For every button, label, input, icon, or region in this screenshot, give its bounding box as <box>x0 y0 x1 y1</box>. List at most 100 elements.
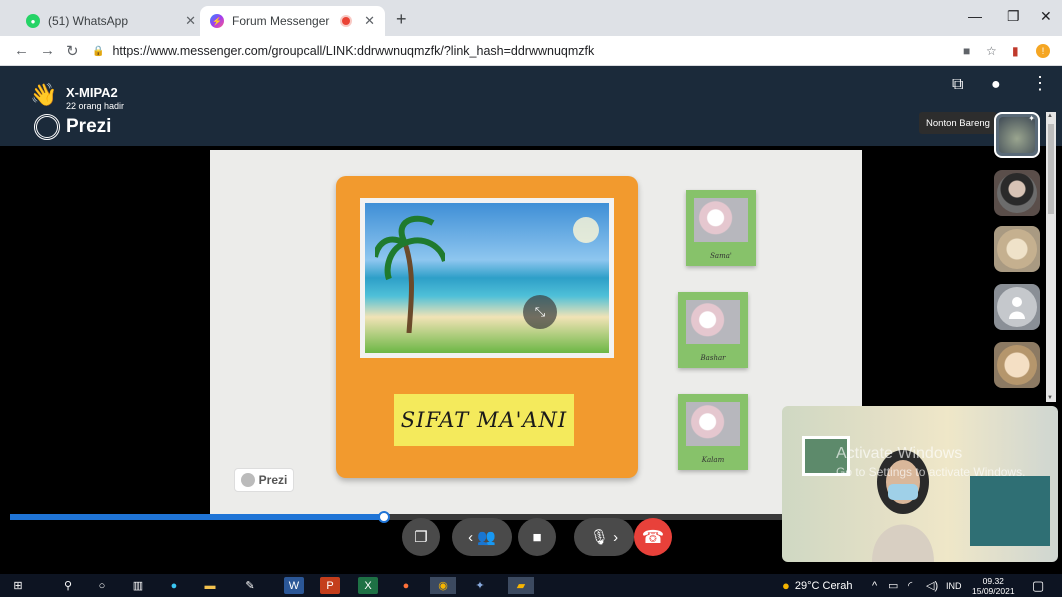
pin-icon[interactable]: ✦ <box>1028 114 1035 123</box>
watch-together-icon[interactable]: ⧉ <box>952 76 963 94</box>
restore-icon[interactable]: ❐ <box>1007 8 1020 25</box>
close-tab-icon[interactable]: ✕ <box>364 13 375 29</box>
participant-thumbnail[interactable] <box>994 226 1040 272</box>
microphone-button[interactable]: 🎙 › <box>574 518 634 556</box>
bookmark-star-icon[interactable]: ☆ <box>986 44 997 58</box>
watermark-line-2: Go to Settings to activate Windows. <box>836 465 1026 479</box>
participants-scrollbar[interactable]: ▲ ▼ <box>1046 112 1056 402</box>
paint-icon[interactable]: ✎ <box>240 577 260 594</box>
wifi-icon[interactable]: ◜ <box>908 574 912 597</box>
activation-watermark: Activate Windows Go to Settings to activ… <box>836 445 1025 479</box>
chrome-icon[interactable]: ◉ <box>430 577 456 594</box>
share-screen-icon: ❐ <box>414 529 428 546</box>
address-bar[interactable]: 🔒 https://www.messenger.com/groupcall/LI… <box>92 40 942 62</box>
watermark-line-1: Activate Windows <box>836 445 963 462</box>
video-button[interactable]: ■ <box>518 518 556 556</box>
language-indicator[interactable]: IND <box>946 574 962 597</box>
chat-icon[interactable]: ● <box>991 76 1001 94</box>
firefox-icon[interactable]: ● <box>396 577 416 594</box>
prezi-logo-icon <box>240 473 255 487</box>
clock[interactable]: 09.32 15/09/2021 <box>972 576 1015 596</box>
edge-icon[interactable]: ● <box>164 577 184 594</box>
powerpoint-icon[interactable]: P <box>320 577 340 594</box>
search-icon[interactable]: ⚲ <box>58 577 78 594</box>
word-icon[interactable]: W <box>284 577 304 594</box>
more-options-icon[interactable]: ⋮ <box>1031 73 1049 94</box>
participant-thumbnail[interactable] <box>994 342 1040 388</box>
app-icon[interactable]: ✦ <box>470 577 490 594</box>
whatsapp-icon: ● <box>26 14 40 28</box>
taskbar: ⊞ ⚲ ○ ▥ ● ▬ ✎ W P X ● ◉ ✦ ▰ ● 29°C Cerah… <box>0 574 1062 597</box>
messenger-icon: ⚡ <box>210 14 224 28</box>
end-call-button[interactable]: ☎ <box>634 518 672 556</box>
participants-icon: ‹ 👥 <box>468 529 496 546</box>
presentation-progress-bar[interactable] <box>10 511 860 523</box>
file-explorer-icon[interactable]: ▬ <box>200 577 220 594</box>
tab-strip: ● (51) WhatsApp ✕ ⚡ Forum Messenger ✕ + … <box>0 0 1062 36</box>
close-tab-icon[interactable]: ✕ <box>185 13 196 29</box>
presentation-slide: ⤡ SIFAT MA'ANI Sama' Bashar Kalam Prezi <box>210 150 862 514</box>
self-video[interactable] <box>782 406 1058 562</box>
flower-photo <box>686 300 740 344</box>
notification-icon[interactable]: ▢ <box>1032 574 1044 597</box>
flower-photo <box>694 198 748 242</box>
topic-card: Sama' <box>686 190 756 266</box>
progress-fill <box>10 514 384 520</box>
flower-photo <box>686 402 740 446</box>
tab-messenger[interactable]: ⚡ Forum Messenger ✕ <box>200 6 385 36</box>
weather-widget[interactable]: ● 29°C Cerah <box>782 574 852 597</box>
clock-date: 15/09/2021 <box>972 586 1015 596</box>
excel-icon[interactable]: X <box>358 577 378 594</box>
wave-hand-icon: 👋 <box>30 82 58 107</box>
participant-thumbnail[interactable]: ✦ <box>994 112 1040 158</box>
recording-indicator-icon <box>342 17 351 25</box>
prezi-logo-text: Prezi <box>66 116 112 137</box>
start-windows-icon[interactable]: ⊞ <box>8 577 28 594</box>
forward-arrow-icon[interactable]: → <box>40 42 55 59</box>
card-caption: Bashar <box>700 354 726 362</box>
attendance-count: 22 orang hadir <box>66 101 125 111</box>
task-view-icon[interactable]: ▥ <box>128 577 148 594</box>
hang-up-icon: ☎ <box>641 526 665 547</box>
call-header: 👋 X-MIPA2 22 orang hadir Prezi ⧉ ● ⋮ Non… <box>0 66 1062 146</box>
tab-title: Forum Messenger <box>232 14 330 28</box>
show-hidden-icons-icon[interactable]: ^ <box>872 574 877 597</box>
reload-icon[interactable]: ↻ <box>66 42 79 60</box>
tab-title: (51) WhatsApp <box>48 14 129 28</box>
group-name: X-MIPA2 <box>66 85 118 100</box>
cortana-icon[interactable]: ○ <box>92 577 112 594</box>
palm-tree-icon <box>375 215 445 333</box>
minimize-icon[interactable]: — <box>968 8 982 24</box>
call-area: 👋 X-MIPA2 22 orang hadir Prezi ⧉ ● ⋮ Non… <box>0 66 1062 574</box>
participant-thumbnail[interactable] <box>994 284 1040 330</box>
address-bar-row: ← → ↻ 🔒 https://www.messenger.com/groupc… <box>0 36 1062 66</box>
update-alert-icon[interactable]: ! <box>1036 44 1050 58</box>
tooltip: Nonton Bareng <box>919 112 997 134</box>
scrollbar-thumb[interactable] <box>1048 124 1054 214</box>
volume-icon[interactable]: ◁) <box>926 574 938 597</box>
default-avatar-icon <box>1009 295 1025 319</box>
extension-icon[interactable]: ▮ <box>1012 44 1019 58</box>
progress-handle[interactable] <box>378 511 390 523</box>
prezi-logo: Prezi <box>34 114 111 140</box>
card-caption: Kalam <box>701 456 725 464</box>
scroll-up-icon[interactable]: ▲ <box>1047 113 1053 119</box>
back-arrow-icon[interactable]: ← <box>14 42 29 59</box>
prezi-badge-text: Prezi <box>258 473 288 487</box>
prezi-badge[interactable]: Prezi <box>234 468 294 492</box>
network-icon[interactable]: ▭ <box>888 574 898 597</box>
close-window-icon[interactable]: ✕ <box>1040 8 1052 25</box>
slide-title: SIFAT MA'ANI <box>394 394 574 446</box>
camera-icon[interactable]: ■ <box>963 44 970 58</box>
tab-whatsapp[interactable]: ● (51) WhatsApp ✕ <box>16 6 206 36</box>
expand-icon[interactable]: ⤡ <box>523 295 557 329</box>
topic-card: Kalam <box>678 394 748 470</box>
topic-card: Bashar <box>678 292 748 368</box>
sticky-notes-icon[interactable]: ▰ <box>508 577 534 594</box>
new-tab-button[interactable]: + <box>396 9 407 30</box>
scroll-down-icon[interactable]: ▼ <box>1047 395 1053 401</box>
share-screen-button[interactable]: ❐ <box>402 518 440 556</box>
participant-thumbnail[interactable] <box>994 170 1040 216</box>
participants-button[interactable]: ‹ 👥 <box>452 518 512 556</box>
microphone-icon: 🎙 › <box>589 529 619 546</box>
